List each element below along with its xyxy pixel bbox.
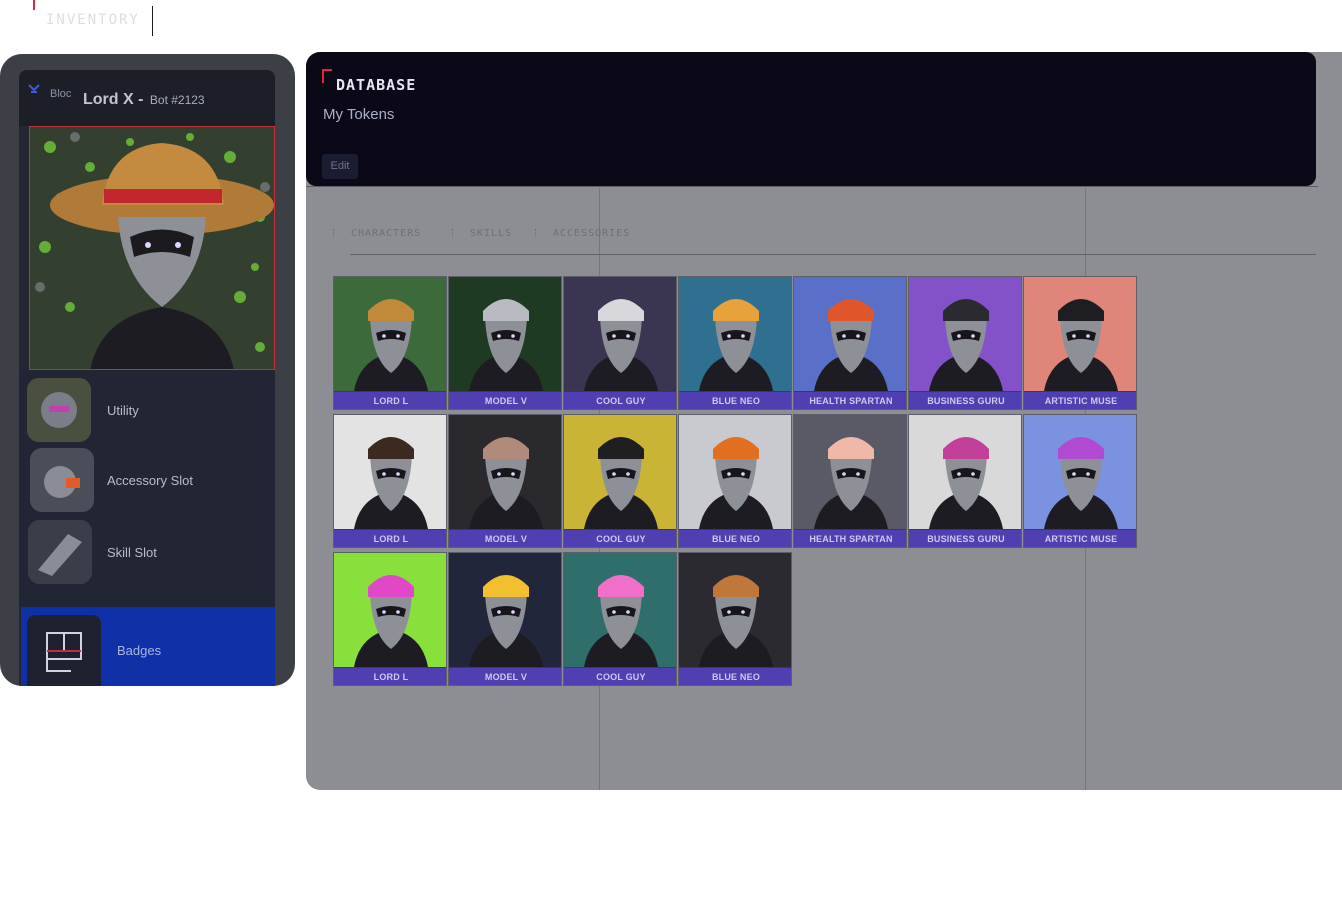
token-card[interactable]: ARTISTIC MUSE bbox=[1023, 276, 1137, 410]
profile-header: Bloc Lord X - Bot #2123 bbox=[19, 70, 275, 126]
equipment-slots: Utility Accessory Slot Skill Slot bbox=[19, 370, 275, 610]
token-card[interactable]: LORD L bbox=[333, 414, 447, 548]
token-card[interactable]: BUSINESS GURU bbox=[908, 276, 1022, 410]
token-name: BLUE NEO bbox=[679, 392, 791, 409]
token-name: MODEL V bbox=[449, 392, 561, 409]
inventory-brand: INVENTORY bbox=[30, 0, 160, 40]
database-header: DATABASE My Tokens Edit bbox=[306, 52, 1316, 186]
token-art bbox=[1024, 415, 1136, 529]
token-name: COOL GUY bbox=[564, 530, 676, 547]
token-card[interactable]: MODEL V bbox=[448, 414, 562, 548]
tab-underline bbox=[350, 254, 1316, 255]
token-art bbox=[334, 277, 446, 391]
utility-thumbnail bbox=[27, 378, 91, 442]
token-name: COOL GUY bbox=[564, 392, 676, 409]
inventory-title: INVENTORY bbox=[46, 12, 140, 28]
token-name: MODEL V bbox=[449, 668, 561, 685]
corner-mark-icon bbox=[322, 69, 332, 83]
tab-accessories[interactable]: ACCESSORIES bbox=[535, 228, 631, 239]
tab-label: SKILLS bbox=[470, 228, 513, 239]
edit-button[interactable]: Edit bbox=[322, 154, 358, 179]
tab-label: ACCESSORIES bbox=[553, 228, 631, 239]
token-card[interactable]: COOL GUY bbox=[563, 552, 677, 686]
token-name: HEALTH SPARTAN bbox=[794, 392, 906, 409]
token-art bbox=[449, 415, 561, 529]
badges-row[interactable]: Badges bbox=[21, 607, 275, 686]
tab-marker-icon bbox=[452, 229, 454, 237]
org-label: Bloc bbox=[50, 88, 72, 100]
slot-label: Utility bbox=[107, 403, 139, 418]
token-name: LORD L bbox=[334, 668, 446, 685]
token-art bbox=[794, 415, 906, 529]
token-name: COOL GUY bbox=[564, 668, 676, 685]
token-art bbox=[679, 277, 791, 391]
slot-label: Skill Slot bbox=[107, 545, 157, 560]
tab-marker-icon bbox=[333, 229, 335, 237]
badge-icon bbox=[27, 615, 101, 686]
token-name: LORD L bbox=[334, 530, 446, 547]
token-card[interactable]: MODEL V bbox=[448, 552, 562, 686]
slot-skill[interactable]: Skill Slot bbox=[27, 520, 275, 586]
token-card[interactable]: BUSINESS GURU bbox=[908, 414, 1022, 548]
token-art bbox=[909, 415, 1021, 529]
token-name: ARTISTIC MUSE bbox=[1024, 392, 1136, 409]
token-card[interactable]: BLUE NEO bbox=[678, 414, 792, 548]
tab-skills[interactable]: SKILLS bbox=[452, 228, 513, 239]
token-name: LORD L bbox=[334, 392, 446, 409]
token-art bbox=[334, 415, 446, 529]
header-divider bbox=[306, 186, 1318, 187]
token-name: BUSINESS GURU bbox=[909, 392, 1021, 409]
token-card[interactable]: HEALTH SPARTAN bbox=[793, 414, 907, 548]
accessory-thumbnail bbox=[30, 448, 94, 512]
token-art bbox=[449, 277, 561, 391]
token-art bbox=[794, 277, 906, 391]
token-art bbox=[564, 553, 676, 667]
token-card[interactable]: HEALTH SPARTAN bbox=[793, 276, 907, 410]
token-card[interactable]: LORD L bbox=[333, 552, 447, 686]
token-name: ARTISTIC MUSE bbox=[1024, 530, 1136, 547]
token-art bbox=[334, 553, 446, 667]
token-name: BUSINESS GURU bbox=[909, 530, 1021, 547]
brand-divider bbox=[152, 6, 153, 36]
slot-utility[interactable]: Utility bbox=[27, 378, 275, 444]
token-card[interactable]: LORD L bbox=[333, 276, 447, 410]
tab-marker-icon bbox=[535, 229, 537, 237]
tab-label: CHARACTERS bbox=[351, 228, 422, 239]
token-card[interactable]: COOL GUY bbox=[563, 276, 677, 410]
token-art bbox=[679, 553, 791, 667]
profile-panel: Bloc Lord X - Bot #2123 Utility Accessor… bbox=[0, 54, 295, 686]
token-name: BLUE NEO bbox=[679, 530, 791, 547]
database-subtitle: My Tokens bbox=[323, 106, 395, 123]
token-art bbox=[909, 277, 1021, 391]
character-name: Lord X - bbox=[83, 91, 144, 108]
profile-card: Bloc Lord X - Bot #2123 Utility Accessor… bbox=[19, 70, 275, 686]
skill-thumbnail bbox=[28, 520, 92, 584]
token-card[interactable]: COOL GUY bbox=[563, 414, 677, 548]
slot-accessory[interactable]: Accessory Slot bbox=[27, 448, 275, 514]
profile-name: Lord X - Bot #2123 bbox=[83, 91, 205, 109]
token-card[interactable]: BLUE NEO bbox=[678, 276, 792, 410]
portrait-art bbox=[30, 127, 274, 369]
database-panel: DATABASE My Tokens Edit CHARACTERS SKILL… bbox=[306, 52, 1342, 790]
token-art bbox=[679, 415, 791, 529]
tab-characters[interactable]: CHARACTERS bbox=[333, 228, 422, 239]
bot-id: Bot #2123 bbox=[149, 93, 205, 107]
token-art bbox=[1024, 277, 1136, 391]
character-portrait bbox=[29, 126, 275, 370]
database-title: DATABASE bbox=[336, 76, 417, 94]
token-card[interactable]: MODEL V bbox=[448, 276, 562, 410]
token-card[interactable]: ARTISTIC MUSE bbox=[1023, 414, 1137, 548]
token-art bbox=[564, 415, 676, 529]
corner-mark-icon bbox=[33, 0, 42, 10]
token-art bbox=[449, 553, 561, 667]
token-art bbox=[564, 277, 676, 391]
bloc-logo-icon bbox=[28, 84, 40, 93]
token-name: MODEL V bbox=[449, 530, 561, 547]
token-name: HEALTH SPARTAN bbox=[794, 530, 906, 547]
badges-label: Badges bbox=[117, 643, 162, 658]
token-name: BLUE NEO bbox=[679, 668, 791, 685]
slot-label: Accessory Slot bbox=[107, 473, 193, 488]
token-card[interactable]: BLUE NEO bbox=[678, 552, 792, 686]
